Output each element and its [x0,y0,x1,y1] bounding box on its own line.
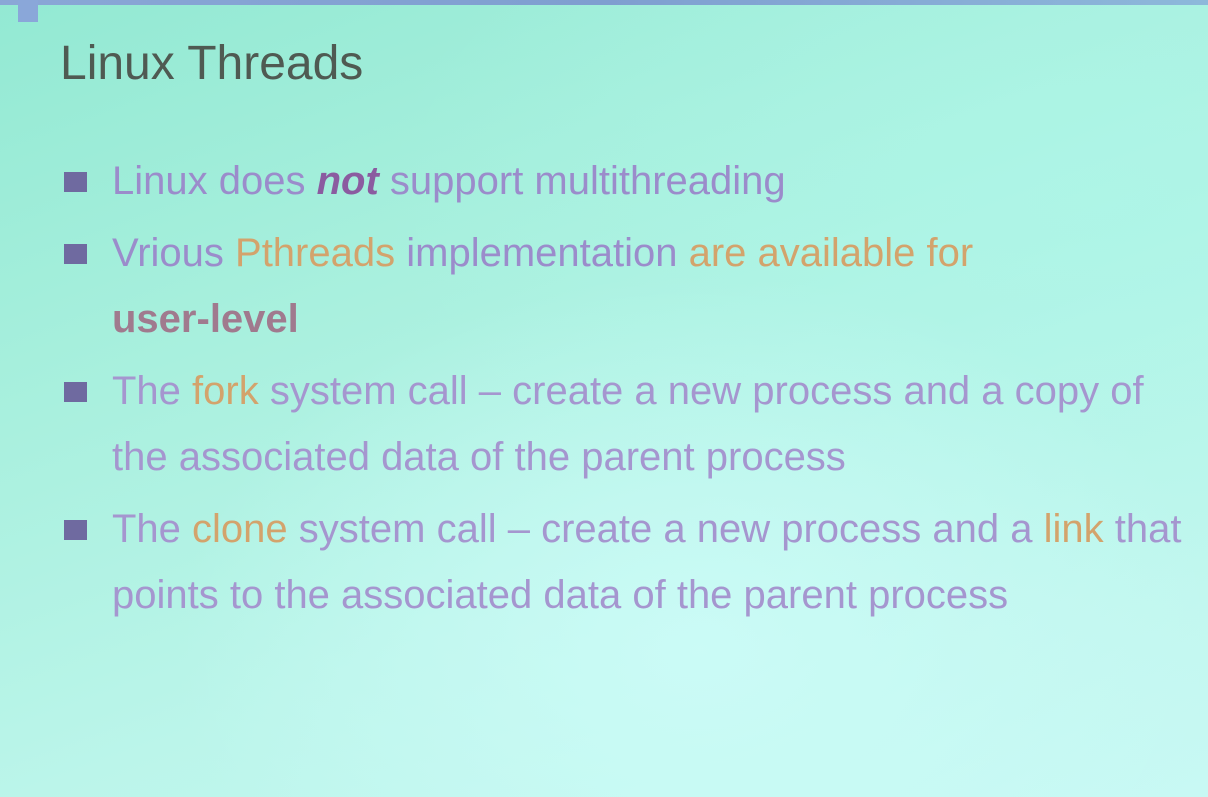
bullet-text: implementation [395,231,689,275]
square-bullet-icon [64,244,87,264]
square-bullet-icon [64,172,87,192]
bullet-item: Linux does not support multithreading [60,148,1200,214]
bullet-text: system call – create a new process and a… [112,369,1144,479]
bullet-highlight: fork [192,369,259,413]
square-bullet-icon [64,520,87,540]
bullet-item: Vrious Pthreads implementation are avail… [60,220,1200,352]
bullet-item: The fork system call – create a new proc… [60,358,1200,490]
bullet-text: support multithreading [378,159,786,203]
slide-title: Linux Threads [60,37,364,90]
bullet-text: Linux does [112,159,317,203]
bullet-text: The [112,369,193,413]
bullet-emphasis: user-level [112,297,299,341]
bullet-emphasis: not [316,159,379,203]
bullet-highlight: link [1043,507,1104,551]
bullet-item: The clone system call – create a new pro… [60,496,1200,628]
bullet-highlight: Pthreads [235,231,396,275]
slide-corner-mark [18,0,38,22]
bullet-text: system call – create a new process and a [287,507,1044,551]
bullet-text: Vrious [112,231,236,275]
slide-top-bar [0,0,1208,5]
bullet-text: The [112,507,193,551]
square-bullet-icon [64,382,87,402]
bullet-highlight: are available for [688,231,974,275]
bullet-highlight: clone [192,507,288,551]
bullet-list: Linux does not support multithreading Vr… [60,148,1200,634]
